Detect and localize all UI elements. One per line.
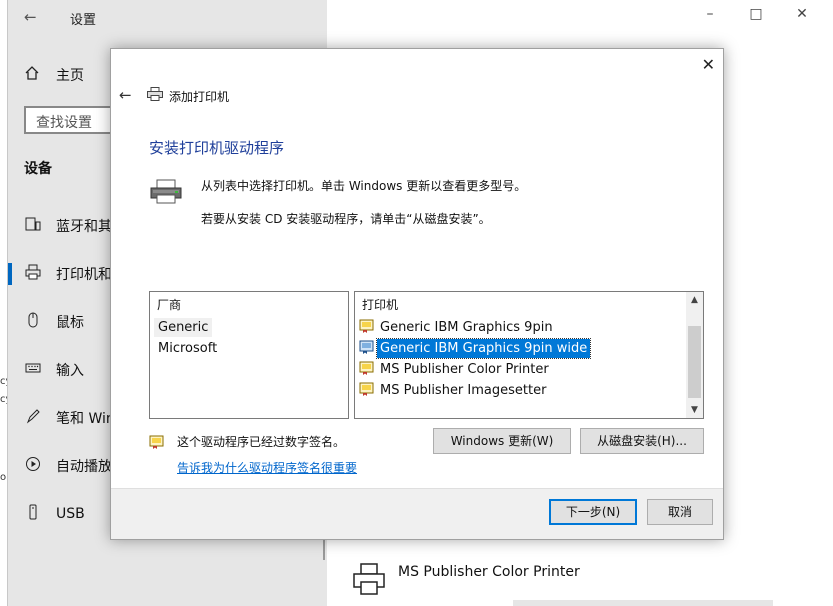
printer-list-header: 打印机 [362, 298, 399, 312]
sidebar-item-label: 鼠标 [56, 315, 84, 331]
sidebar-item-label: 输入 [56, 363, 84, 379]
driver-certificate-icon [359, 361, 375, 379]
app-title: 设置 [70, 13, 97, 28]
next-button[interactable]: 下一步(N) [549, 499, 637, 525]
printer-model-list[interactable]: 打印机 Generic IBM Graphics 9pin Generic IB… [354, 291, 704, 419]
pen-icon [24, 408, 42, 428]
sidebar-item-label: USB [56, 506, 85, 522]
usb-icon [24, 504, 42, 524]
sidebar-item-bluetooth[interactable]: 蓝牙和其 [24, 214, 120, 238]
sidebar-item-typing[interactable]: 输入 [24, 358, 120, 382]
list-item-manufacturer[interactable]: Microsoft [154, 339, 221, 358]
cancel-button[interactable]: 取消 [647, 499, 713, 525]
sidebar-item-autoplay[interactable]: 自动播放 [24, 454, 120, 478]
dialog-footer: 下一步(N) 取消 [111, 488, 723, 539]
driver-signing-info-link[interactable]: 告诉我为什么驱动程序签名很重要 [177, 459, 357, 476]
close-icon[interactable]: ✕ [702, 55, 715, 74]
page-heading: 安装打印机驱动程序 [149, 139, 285, 157]
sidebar-item-mouse[interactable]: 鼠标 [24, 310, 120, 334]
sidebar-item-label: 打印机和 [56, 267, 112, 283]
printer-model-label: MS Publisher Color Printer [380, 362, 549, 377]
sidebar-item-usb[interactable]: USB [24, 502, 120, 526]
back-arrow-icon[interactable]: ← [24, 8, 37, 26]
signed-driver-icon [149, 435, 165, 453]
home-icon [24, 65, 44, 85]
dialog-title: 添加打印机 [147, 87, 229, 105]
autoplay-icon [24, 456, 42, 476]
sidebar-item-label: 蓝牙和其 [56, 219, 112, 235]
nav-home[interactable]: 主页 [24, 64, 84, 86]
close-window-icon[interactable]: ✕ [792, 6, 812, 22]
minimize-icon[interactable]: – [700, 6, 720, 22]
instruction-text-cd: 若要从安装 CD 安装驱动程序，请单击“从磁盘安装”。 [201, 212, 491, 226]
sidebar-item-printers[interactable]: 打印机和 [24, 262, 120, 286]
scroll-up-icon[interactable]: ▲ [686, 295, 703, 305]
list-item-printer[interactable]: MS Publisher Color Printer [359, 360, 552, 379]
add-printer-dialog: ✕ ← 添加打印机 安装打印机驱动程序 从列表中选择打印机。单击 Windows… [110, 48, 724, 540]
printer-model-label: MS Publisher Imagesetter [380, 383, 547, 398]
driver-certificate-icon [359, 340, 375, 358]
printer-icon [352, 562, 386, 600]
instruction-text: 从列表中选择打印机。单击 Windows 更新以查看更多型号。 [201, 179, 527, 193]
bottom-edge [513, 600, 773, 606]
printer-icon [147, 87, 163, 105]
windows-update-button[interactable]: Windows 更新(W) [433, 428, 571, 454]
mouse-icon [24, 312, 42, 332]
nav-selection-indicator [8, 263, 12, 285]
maximize-icon[interactable]: □ [746, 6, 766, 22]
sidebar-item-label: 笔和 Win [56, 411, 115, 427]
bluetooth-devices-icon [24, 216, 42, 236]
printer-model-label: Generic IBM Graphics 9pin [380, 320, 553, 335]
driver-signed-status: 这个驱动程序已经过数字签名。 [177, 435, 346, 449]
printer-list-item[interactable]: MS Publisher Color Printer [352, 562, 580, 600]
manufacturer-list[interactable]: 厂商 Generic Microsoft [149, 291, 349, 419]
dialog-title-label: 添加打印机 [169, 89, 230, 104]
printer-icon [24, 264, 42, 284]
list-item-printer[interactable]: Generic IBM Graphics 9pin [359, 318, 556, 337]
printer-name: MS Publisher Color Printer [398, 564, 580, 580]
list-item-printer-selected[interactable]: Generic IBM Graphics 9pin wide [359, 338, 592, 359]
scrollbar-thumb[interactable] [688, 326, 701, 398]
nav-home-label: 主页 [56, 68, 84, 84]
sidebar-item-label: 自动播放 [56, 459, 112, 475]
have-disk-button[interactable]: 从磁盘安装(H)... [580, 428, 704, 454]
keyboard-icon [24, 360, 42, 380]
driver-certificate-icon [359, 382, 375, 400]
sidebar-item-pen[interactable]: 笔和 Win [24, 406, 120, 430]
search-placeholder: 查找设置 [36, 115, 92, 131]
scroll-down-icon[interactable]: ▼ [686, 405, 703, 415]
driver-certificate-icon [359, 319, 375, 337]
list-item-manufacturer[interactable]: Generic [154, 318, 213, 337]
printer-setup-icon [149, 179, 183, 209]
printer-model-label: Generic IBM Graphics 9pin wide [375, 338, 592, 359]
list-item-printer[interactable]: MS Publisher Imagesetter [359, 381, 549, 400]
section-title: 设备 [24, 161, 52, 177]
manufacturer-list-header: 厂商 [157, 298, 182, 312]
printer-list-scrollbar[interactable]: ▲ ▼ [686, 292, 703, 418]
back-arrow-icon[interactable]: ← [119, 86, 132, 104]
